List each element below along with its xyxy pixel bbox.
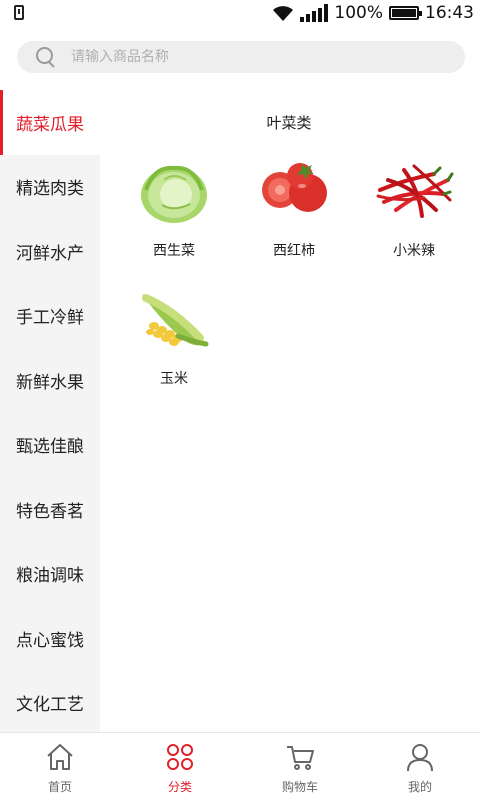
tab-home[interactable]: 首页 [0,733,120,800]
product-name: 西生菜 [153,243,195,259]
search-input[interactable] [71,49,431,65]
corn-image [142,294,209,347]
sidebar-item-tea[interactable]: 特色香茗 [0,477,100,542]
tab-profile[interactable]: 我的 [360,733,480,800]
sidebar-item-aquatic[interactable]: 河鲜水产 [0,219,100,284]
sidebar-item-label: 文化工艺 [16,695,84,716]
sidebar-item-label: 粮油调味 [16,566,84,587]
product-item[interactable]: 玉米 [114,278,234,398]
product-item[interactable]: 西生菜 [114,150,234,270]
user-icon [407,744,433,772]
sidebar-item-vegetables[interactable]: 蔬菜瓜果 [0,90,100,155]
tab-label: 分类 [167,780,192,794]
sidebar-item-fruit[interactable]: 新鲜水果 [0,348,100,413]
tab-label: 首页 [47,780,72,794]
sidebar-item-label: 手工冷鲜 [16,308,84,329]
sidebar-item-label: 新鲜水果 [16,372,84,393]
sidebar-item-label: 精选肉类 [16,179,84,200]
cart-icon [287,746,314,770]
section-title: 叶菜类 [266,114,312,132]
search-icon [35,46,57,68]
sidebar-item-grain-oil[interactable]: 粮油调味 [0,542,100,607]
sidebar-item-label: 甄选佳酿 [16,437,84,458]
lettuce-image [141,165,207,223]
tab-cart[interactable]: 购物车 [240,733,360,800]
sim-card-icon [14,5,24,20]
sidebar-item-label: 河鲜水产 [16,243,84,264]
signal-icon [300,4,329,22]
battery-percent: 100% [334,3,383,23]
product-name: 西红柿 [273,243,315,259]
sidebar-item-crafts[interactable]: 文化工艺 [0,671,100,736]
home-icon [47,744,73,770]
product-item[interactable]: 小米辣 [354,150,474,270]
sidebar-item-label: 点心蜜饯 [16,630,84,651]
sidebar-item-meat[interactable]: 精选肉类 [0,155,100,220]
product-panel: 叶菜类 西生菜 西红柿 小米辣 玉米 [100,90,480,732]
tab-label: 我的 [407,780,432,794]
status-indicators: 100% 16:43 [272,2,474,24]
product-item[interactable]: 西红柿 [234,150,354,270]
battery-icon [389,6,422,20]
clock: 16:43 [425,3,474,23]
bottom-tab-bar: 首页 分类 购物车 我的 [0,732,480,800]
sidebar-item-label: 蔬菜瓜果 [16,114,84,135]
sidebar-item-wine[interactable]: 甄选佳酿 [0,413,100,478]
product-name: 小米辣 [393,243,435,259]
tab-category[interactable]: 分类 [120,733,240,800]
wifi-icon [273,6,294,21]
sidebar-item-chilled[interactable]: 手工冷鲜 [0,284,100,349]
tomato-image [262,163,327,212]
category-icon [167,744,193,770]
status-bar: 100% 16:43 [0,0,480,26]
tab-label: 购物车 [281,780,318,794]
product-name: 玉米 [160,371,188,387]
sidebar-item-snacks[interactable]: 点心蜜饯 [0,606,100,671]
category-sidebar: 蔬菜瓜果 精选肉类 河鲜水产 手工冷鲜 新鲜水果 甄选佳酿 特色香茗 粮油调味 … [0,90,100,732]
chili-pepper-image [376,164,454,218]
sidebar-item-label: 特色香茗 [16,501,84,522]
search-bar[interactable] [17,41,465,73]
